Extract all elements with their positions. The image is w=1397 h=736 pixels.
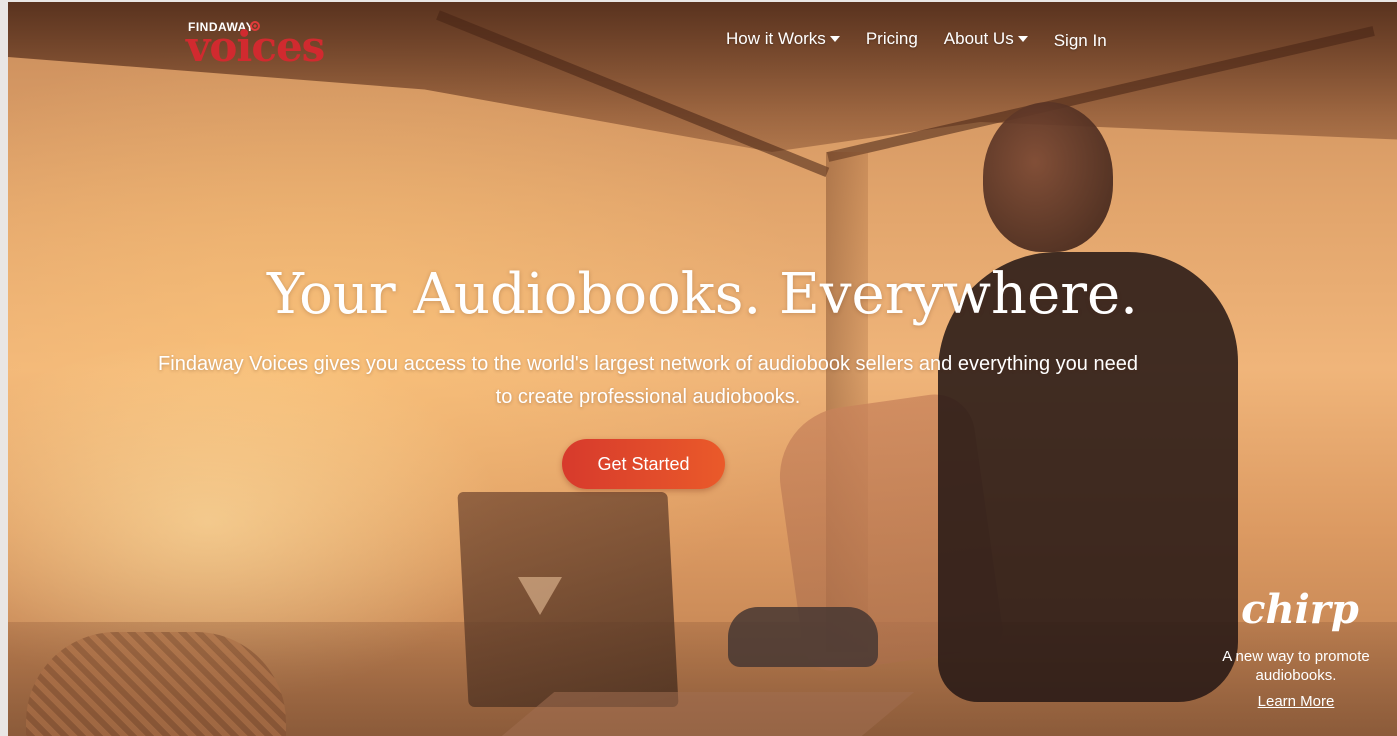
chirp-description-line: A new way to promote	[1222, 648, 1370, 665]
laptop-image	[457, 492, 679, 707]
nav-label: Pricing	[865, 29, 918, 48]
nav-how-it-works[interactable]: How it Works	[726, 29, 840, 49]
basket-image	[26, 632, 286, 736]
laptop-logo	[518, 577, 562, 615]
findaway-voices-logo[interactable]: FINDAWAY voices	[180, 20, 350, 76]
person-shoe	[728, 607, 878, 667]
nav-sign-in[interactable]: Sign In	[1054, 31, 1107, 51]
hero-subtitle: Findaway Voices gives you access to the …	[108, 348, 1188, 414]
nav-label: About Us	[943, 29, 1014, 48]
chirp-description-line: audiobooks.	[1255, 667, 1337, 684]
hero-title: Your Audiobooks. Everywhere.	[267, 262, 1138, 327]
person-head	[983, 102, 1113, 252]
logo-wordmark-big: voices	[186, 22, 325, 71]
chirp-description: A new way to promote audiobooks.	[1206, 647, 1386, 685]
main-nav: How it Works Pricing About Us Sign In	[726, 27, 1133, 51]
caret-down-icon	[829, 36, 840, 42]
laptop-base	[501, 692, 915, 736]
nav-label: How it Works	[726, 29, 826, 48]
chirp-logo[interactable]: chirp	[1214, 587, 1386, 633]
hero-subtitle-line: to create professional audiobooks.	[495, 386, 801, 408]
get-started-button[interactable]: Get Started	[562, 439, 725, 489]
nav-about-us[interactable]: About Us	[944, 29, 1028, 49]
nav-pricing[interactable]: Pricing	[866, 29, 918, 49]
nav-label: Sign In	[1053, 31, 1107, 50]
caret-down-icon	[1017, 36, 1028, 42]
chirp-promo: chirp A new way to promote audiobooks. L…	[1206, 587, 1386, 711]
learn-more-link[interactable]: Learn More	[1258, 693, 1335, 710]
hero-subtitle-line: Findaway Voices gives you access to the …	[158, 353, 1138, 375]
hero-section: FINDAWAY voices How it Works Pricing Abo…	[8, 2, 1397, 736]
